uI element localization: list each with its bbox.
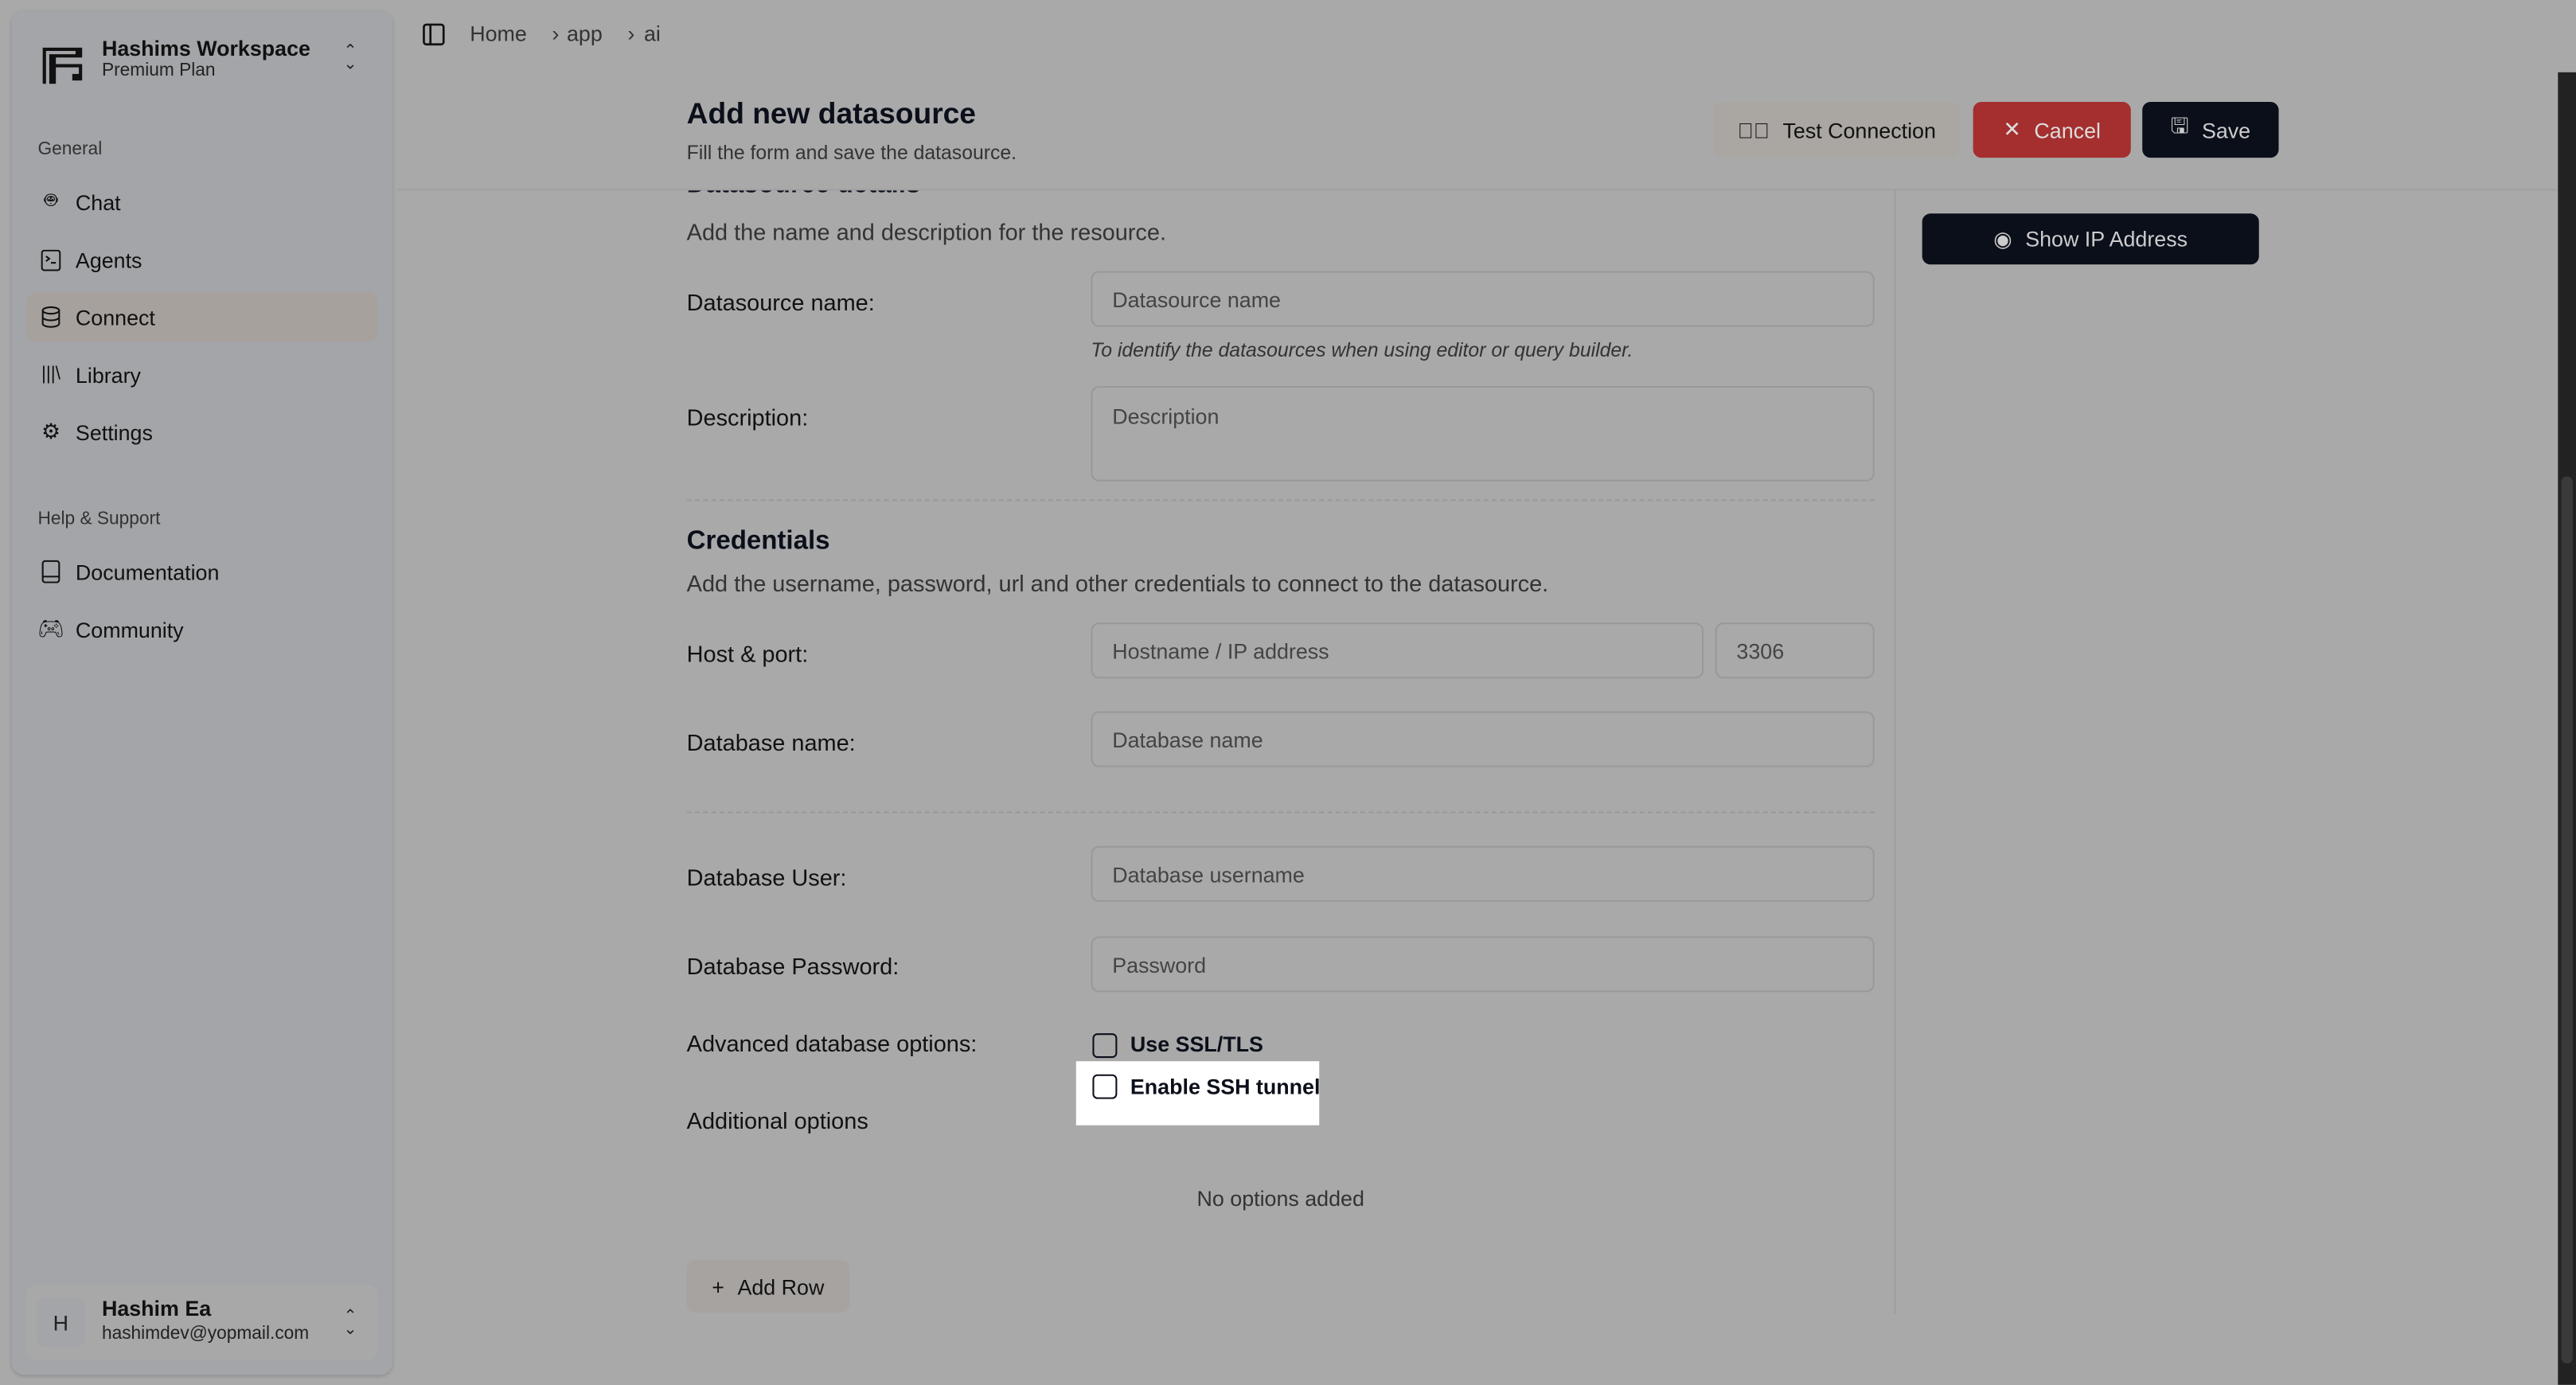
page-title: Add new datasource — [686, 96, 976, 131]
workspace-plan: Premium Plan — [101, 60, 216, 81]
sidebar-item-label: Documentation — [75, 559, 220, 584]
section-general: General — [37, 139, 103, 160]
sidebar: Hashims Workspace Premium Plan ⌃ ⌄ Genera… — [11, 10, 393, 1375]
port-input[interactable]: 3306 — [1715, 622, 1875, 679]
ssh-tunnel-checkbox[interactable] — [1092, 1074, 1118, 1099]
avatar: H — [36, 1297, 86, 1348]
save-icon: 🖫︎ — [2170, 113, 2189, 138]
datasource-name-hint: To identify the datasources when using e… — [1091, 338, 1633, 362]
advanced-options-label: Advanced database options: — [686, 1030, 978, 1057]
sidebar-item-label: Community — [75, 616, 184, 642]
user-email: hashimdev@yopmail.com — [101, 1324, 310, 1344]
show-ip-address-button[interactable]: ◉ Show IP Address — [1922, 213, 2259, 265]
database-user-label: Database User: — [686, 864, 847, 891]
database-user-input[interactable]: Database username — [1091, 845, 1875, 903]
plus-icon: + — [712, 1274, 724, 1299]
database-name-label: Database name: — [686, 729, 856, 756]
book-icon — [40, 560, 63, 583]
gear-icon: ⚙ — [41, 419, 61, 444]
workspace-name: Hashims Workspace — [101, 36, 310, 61]
breadcrumb-separator: › — [627, 21, 635, 46]
user-menu[interactable]: H Hashim Ea hashimdev@yopmail.com ⌃ ⌄ — [26, 1284, 378, 1360]
sidebar-item-label: Chat — [75, 189, 121, 215]
check-circle-icon: ✓⃝ — [1737, 117, 1770, 142]
test-connection-button[interactable]: ✓⃝ Test Connection — [1713, 101, 1961, 158]
sidebar-item-documentation[interactable]: Documentation — [26, 547, 378, 596]
close-icon: ✕ — [2003, 116, 2021, 142]
additional-options-label: Additional options — [686, 1107, 868, 1134]
breadcrumb-app[interactable]: app — [567, 21, 603, 46]
details-title: Datasource details — [687, 190, 921, 200]
workspace-logo — [40, 37, 89, 87]
chevrons-updown-icon: ⌃ ⌄ — [343, 1307, 357, 1339]
database-icon — [40, 306, 63, 329]
sidebar-item-settings[interactable]: ⚙ Settings — [26, 408, 378, 457]
page-subtitle: Fill the form and save the datasource. — [686, 141, 1017, 165]
sidebar-item-label: Library — [75, 362, 141, 388]
eye-icon: ◉ — [1993, 225, 2012, 251]
sidebar-item-label: Agents — [75, 247, 142, 272]
sidebar-toggle-icon[interactable] — [422, 23, 445, 46]
terminal-icon — [40, 248, 63, 271]
ssl-label[interactable]: Use SSL/TLS — [1130, 1032, 1263, 1056]
scrollbar-track[interactable] — [2558, 72, 2576, 1385]
add-row-button[interactable]: + Add Row — [686, 1259, 849, 1313]
details-description: Add the name and description for the res… — [686, 218, 1166, 245]
sidebar-item-community[interactable]: 🎮︎ Community — [26, 604, 378, 653]
ssl-checkbox[interactable] — [1092, 1033, 1118, 1059]
save-label: Save — [2201, 117, 2251, 142]
credentials-description: Add the username, password, url and othe… — [686, 570, 1549, 597]
section-divider — [686, 811, 1875, 813]
sidebar-item-chat[interactable]: 🤖︎ Chat — [26, 178, 378, 227]
test-connection-label: Test Connection — [1782, 117, 1936, 142]
gamepad-icon: 🎮︎ — [37, 615, 65, 641]
hostname-input[interactable]: Hostname / IP address — [1091, 622, 1704, 679]
database-password-label: Database Password: — [686, 953, 900, 980]
section-divider — [686, 499, 1875, 501]
save-button[interactable]: 🖫︎ Save — [2142, 101, 2279, 158]
sidebar-item-label: Connect — [75, 304, 155, 330]
host-port-label: Host & port: — [686, 640, 809, 667]
user-name: Hashim Ea — [101, 1296, 212, 1321]
workspace-switcher[interactable]: Hashims Workspace Premium Plan — [102, 36, 310, 80]
library-icon: |||\ — [41, 365, 60, 384]
breadcrumb-home[interactable]: Home — [470, 21, 527, 46]
description-textarea[interactable]: Description — [1091, 385, 1875, 482]
datasource-name-input[interactable]: Datasource name — [1091, 271, 1875, 327]
no-options-text: No options added — [1196, 1186, 1364, 1211]
ssh-tunnel-label[interactable]: Enable SSH tunnel — [1130, 1075, 1321, 1099]
database-password-input[interactable]: Password — [1091, 936, 1875, 993]
bot-icon: 🤖︎ — [44, 187, 58, 213]
description-label: Description: — [686, 404, 809, 431]
add-row-label: Add Row — [737, 1274, 825, 1299]
breadcrumb-separator: › — [552, 21, 560, 46]
credentials-title: Credentials — [686, 527, 830, 556]
sidebar-item-agents[interactable]: Agents — [26, 235, 378, 284]
show-ip-label: Show IP Address — [2025, 226, 2188, 252]
breadcrumb-ai: ai — [644, 21, 661, 46]
sidebar-item-label: Settings — [75, 419, 153, 445]
database-name-input[interactable]: Database name — [1091, 711, 1875, 767]
sidebar-item-connect[interactable]: Connect — [26, 292, 378, 342]
section-help: Help & Support — [37, 509, 161, 529]
sidebar-item-library[interactable]: |||\ Library — [26, 350, 378, 400]
chevrons-updown-icon[interactable]: ⌃ ⌄ — [343, 44, 357, 73]
scrollbar-thumb[interactable] — [2561, 476, 2573, 1364]
datasource-name-label: Datasource name: — [686, 289, 875, 316]
cancel-label: Cancel — [2034, 117, 2101, 142]
cancel-button[interactable]: ✕ Cancel — [1973, 101, 2131, 158]
